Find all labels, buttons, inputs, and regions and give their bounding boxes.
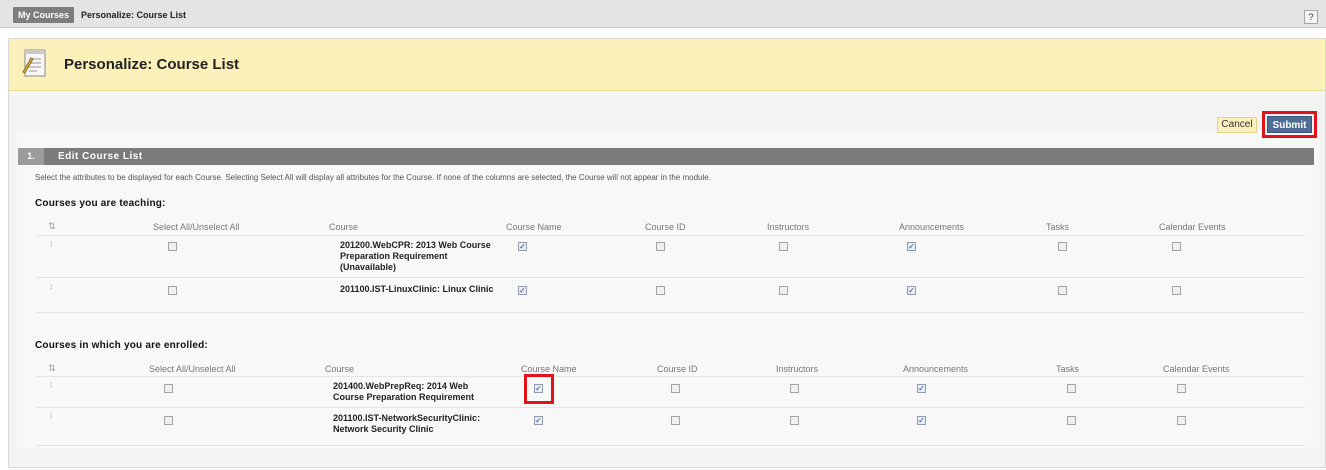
notepad-icon (22, 49, 46, 77)
section-instructions: Select the attributes to be displayed fo… (35, 173, 711, 182)
col-calendar-events: Calendar Events (1163, 364, 1230, 374)
select-all-checkbox[interactable] (164, 384, 173, 393)
course-name-highlight (524, 374, 554, 404)
row-divider (35, 445, 1305, 446)
row-divider (35, 407, 1305, 408)
breadcrumb-my-courses[interactable]: My Courses (13, 7, 74, 23)
course-title: 201100.IST-LinuxClinic: Linux Clinic (340, 284, 494, 294)
breadcrumb-bar: My Courses Personalize: Course List ? (0, 0, 1326, 28)
instructors-checkbox[interactable] (779, 242, 788, 251)
col-course-name: Course Name (506, 222, 562, 232)
col-course-name: Course Name (521, 364, 577, 374)
drag-handle-icon[interactable]: ↕ (49, 281, 54, 291)
col-announcements: Announcements (903, 364, 969, 374)
course-name-checkbox[interactable]: ✓ (518, 286, 527, 295)
row-divider (35, 312, 1305, 313)
course-id-checkbox[interactable] (656, 286, 665, 295)
course-name-checkbox[interactable]: ✓ (518, 242, 527, 251)
select-all-checkbox[interactable] (164, 416, 173, 425)
select-all-checkbox[interactable] (168, 286, 177, 295)
enrolled-heading: Courses in which you are enrolled: (35, 340, 208, 351)
content-frame: Personalize: Course List (8, 38, 1326, 468)
announcements-checkbox[interactable]: ✓ (907, 242, 916, 251)
course-title: 201200.WebCPR: 2013 Web Course Preparati… (340, 240, 491, 272)
sort-arrows-icon[interactable]: ⇅ (45, 221, 59, 232)
cancel-button[interactable]: Cancel (1217, 117, 1257, 133)
col-announcements: Announcements (899, 222, 965, 232)
instructors-checkbox[interactable] (790, 416, 799, 425)
row-divider (35, 376, 1305, 377)
tasks-checkbox[interactable] (1067, 384, 1076, 393)
tasks-checkbox[interactable] (1067, 416, 1076, 425)
instructors-checkbox[interactable] (790, 384, 799, 393)
row-divider (35, 277, 1305, 278)
tasks-checkbox[interactable] (1058, 286, 1067, 295)
drag-handle-icon[interactable]: ↕ (49, 379, 54, 389)
section-title: Edit Course List (58, 151, 143, 162)
calendar-events-checkbox[interactable] (1177, 416, 1186, 425)
col-course: Course (325, 364, 355, 374)
calendar-events-checkbox[interactable] (1172, 242, 1181, 251)
section-number: 1. (18, 148, 44, 165)
course-id-checkbox[interactable] (671, 416, 680, 425)
sort-arrows-icon[interactable]: ⇅ (45, 363, 59, 374)
col-select-all: Select All/Unselect All (153, 222, 240, 232)
select-all-checkbox[interactable] (168, 242, 177, 251)
drag-handle-icon[interactable]: ↕ (49, 410, 54, 420)
course-name-checkbox[interactable]: ✓ (534, 416, 543, 425)
col-course-id: Course ID (645, 222, 686, 232)
col-calendar-events: Calendar Events (1159, 222, 1226, 232)
submit-highlight: Submit (1262, 111, 1317, 138)
help-button[interactable]: ? (1304, 10, 1318, 24)
col-course: Course (329, 222, 359, 232)
announcements-checkbox[interactable]: ✓ (907, 286, 916, 295)
submit-button[interactable]: Submit (1267, 116, 1312, 133)
row-divider (35, 235, 1305, 236)
course-id-checkbox[interactable] (656, 242, 665, 251)
course-title: 201100.IST-NetworkSecurityClinic: Networ… (333, 413, 481, 434)
instructors-checkbox[interactable] (779, 286, 788, 295)
course-id-checkbox[interactable] (671, 384, 680, 393)
col-course-id: Course ID (657, 364, 698, 374)
section-header: 1. Edit Course List (18, 148, 1314, 165)
col-tasks: Tasks (1056, 364, 1080, 374)
page-header: Personalize: Course List (9, 39, 1325, 91)
tasks-checkbox[interactable] (1058, 242, 1067, 251)
col-tasks: Tasks (1046, 222, 1070, 232)
course-title: 201400.WebPrepReq: 2014 Web Course Prepa… (333, 381, 475, 402)
announcements-checkbox[interactable]: ✓ (917, 384, 926, 393)
drag-handle-icon[interactable]: ↕ (49, 238, 54, 248)
calendar-events-checkbox[interactable] (1177, 384, 1186, 393)
announcements-checkbox[interactable]: ✓ (917, 416, 926, 425)
col-instructors: Instructors (767, 222, 810, 232)
col-select-all: Select All/Unselect All (149, 364, 236, 374)
page-title: Personalize: Course List (64, 56, 240, 73)
calendar-events-checkbox[interactable] (1172, 286, 1181, 295)
breadcrumb-current: Personalize: Course List (81, 10, 187, 20)
teaching-heading: Courses you are teaching: (35, 198, 166, 209)
col-instructors: Instructors (776, 364, 819, 374)
